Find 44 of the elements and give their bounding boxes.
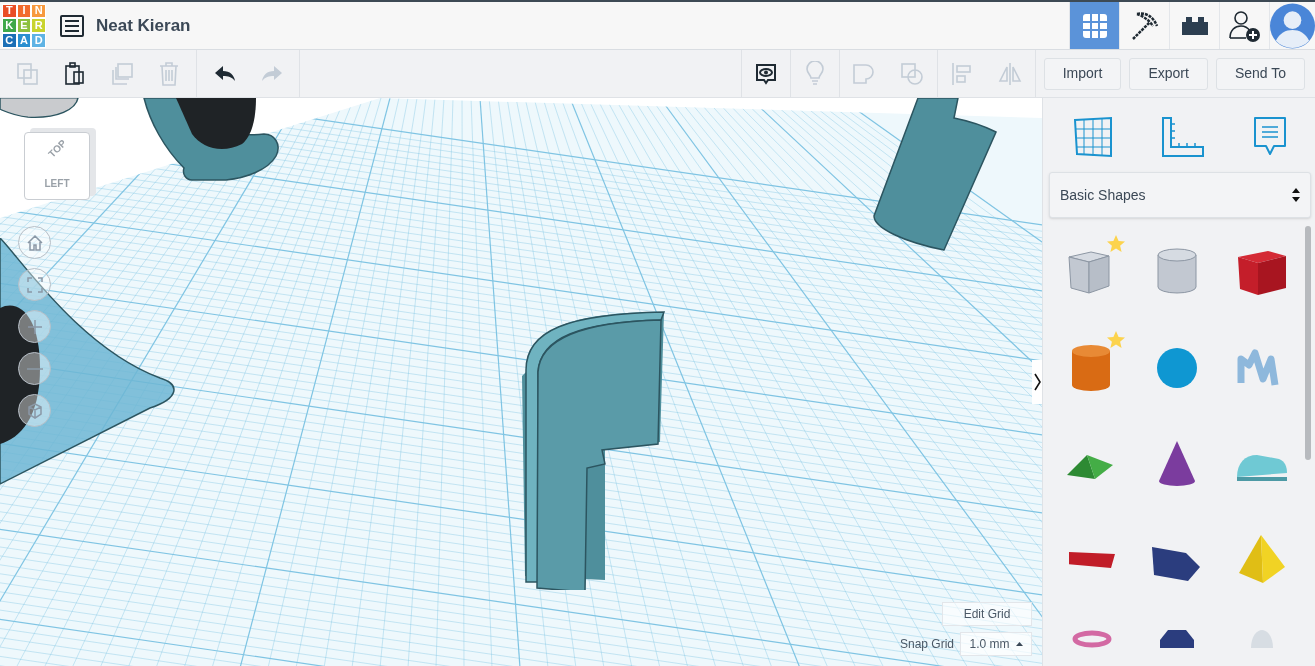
perspective-button[interactable] bbox=[18, 394, 51, 427]
grid-icon bbox=[1080, 11, 1109, 40]
ungroup-icon bbox=[899, 60, 926, 87]
home-button[interactable] bbox=[18, 226, 51, 259]
star-icon bbox=[1106, 234, 1127, 254]
cube-face-label: LEFT bbox=[44, 177, 70, 191]
snap-grid-label: Snap Grid bbox=[899, 636, 954, 653]
torus-icon bbox=[1071, 630, 1112, 648]
library-select[interactable]: Basic Shapes bbox=[1049, 172, 1311, 218]
zoom-in-icon bbox=[25, 317, 44, 336]
cube-face-label: TOP bbox=[44, 136, 70, 161]
chevron-right-icon bbox=[1033, 373, 1041, 391]
zoom-out-button[interactable] bbox=[18, 352, 51, 385]
panel-collapse-handle[interactable] bbox=[1032, 360, 1042, 404]
menu-icon[interactable] bbox=[60, 14, 84, 37]
project-title[interactable]: Neat Kieran bbox=[96, 12, 191, 39]
action-button[interactable]: Export bbox=[1129, 57, 1208, 90]
scrollbar-thumb[interactable] bbox=[1305, 226, 1311, 460]
zoom-in-button[interactable] bbox=[18, 310, 51, 343]
mirror-icon bbox=[997, 60, 1024, 87]
star-icon bbox=[1106, 330, 1127, 350]
paraboloid-icon bbox=[1251, 630, 1274, 648]
edit-grid-button[interactable]: Edit Grid bbox=[942, 602, 1032, 626]
logo-letter: K bbox=[2, 18, 17, 33]
snap-grid-select[interactable]: 1.0 mm bbox=[960, 632, 1032, 656]
caret-up-icon bbox=[1015, 642, 1023, 646]
ruler-icon[interactable] bbox=[1161, 116, 1205, 158]
copy-icon bbox=[14, 60, 41, 87]
fit-view-icon bbox=[25, 275, 44, 294]
text-shape-icon bbox=[1068, 552, 1115, 568]
fit-button[interactable] bbox=[18, 268, 51, 301]
add-user-icon bbox=[1227, 8, 1262, 43]
cube-icon bbox=[25, 401, 44, 420]
logo-letter: N bbox=[31, 3, 46, 19]
action-button[interactable]: Import bbox=[1043, 57, 1122, 90]
logo-letter: T bbox=[2, 3, 17, 19]
sort-caret-icon bbox=[1292, 188, 1300, 202]
logo-letter: R bbox=[31, 18, 46, 33]
workplane-icon[interactable] bbox=[1072, 116, 1115, 158]
action-button[interactable]: Send To bbox=[1215, 57, 1305, 90]
hexagon-icon bbox=[1160, 630, 1194, 648]
home-icon bbox=[25, 233, 44, 252]
tinkercad-logo[interactable]: T I N K E R C A D bbox=[2, 3, 46, 48]
brick-icon bbox=[1180, 15, 1209, 36]
